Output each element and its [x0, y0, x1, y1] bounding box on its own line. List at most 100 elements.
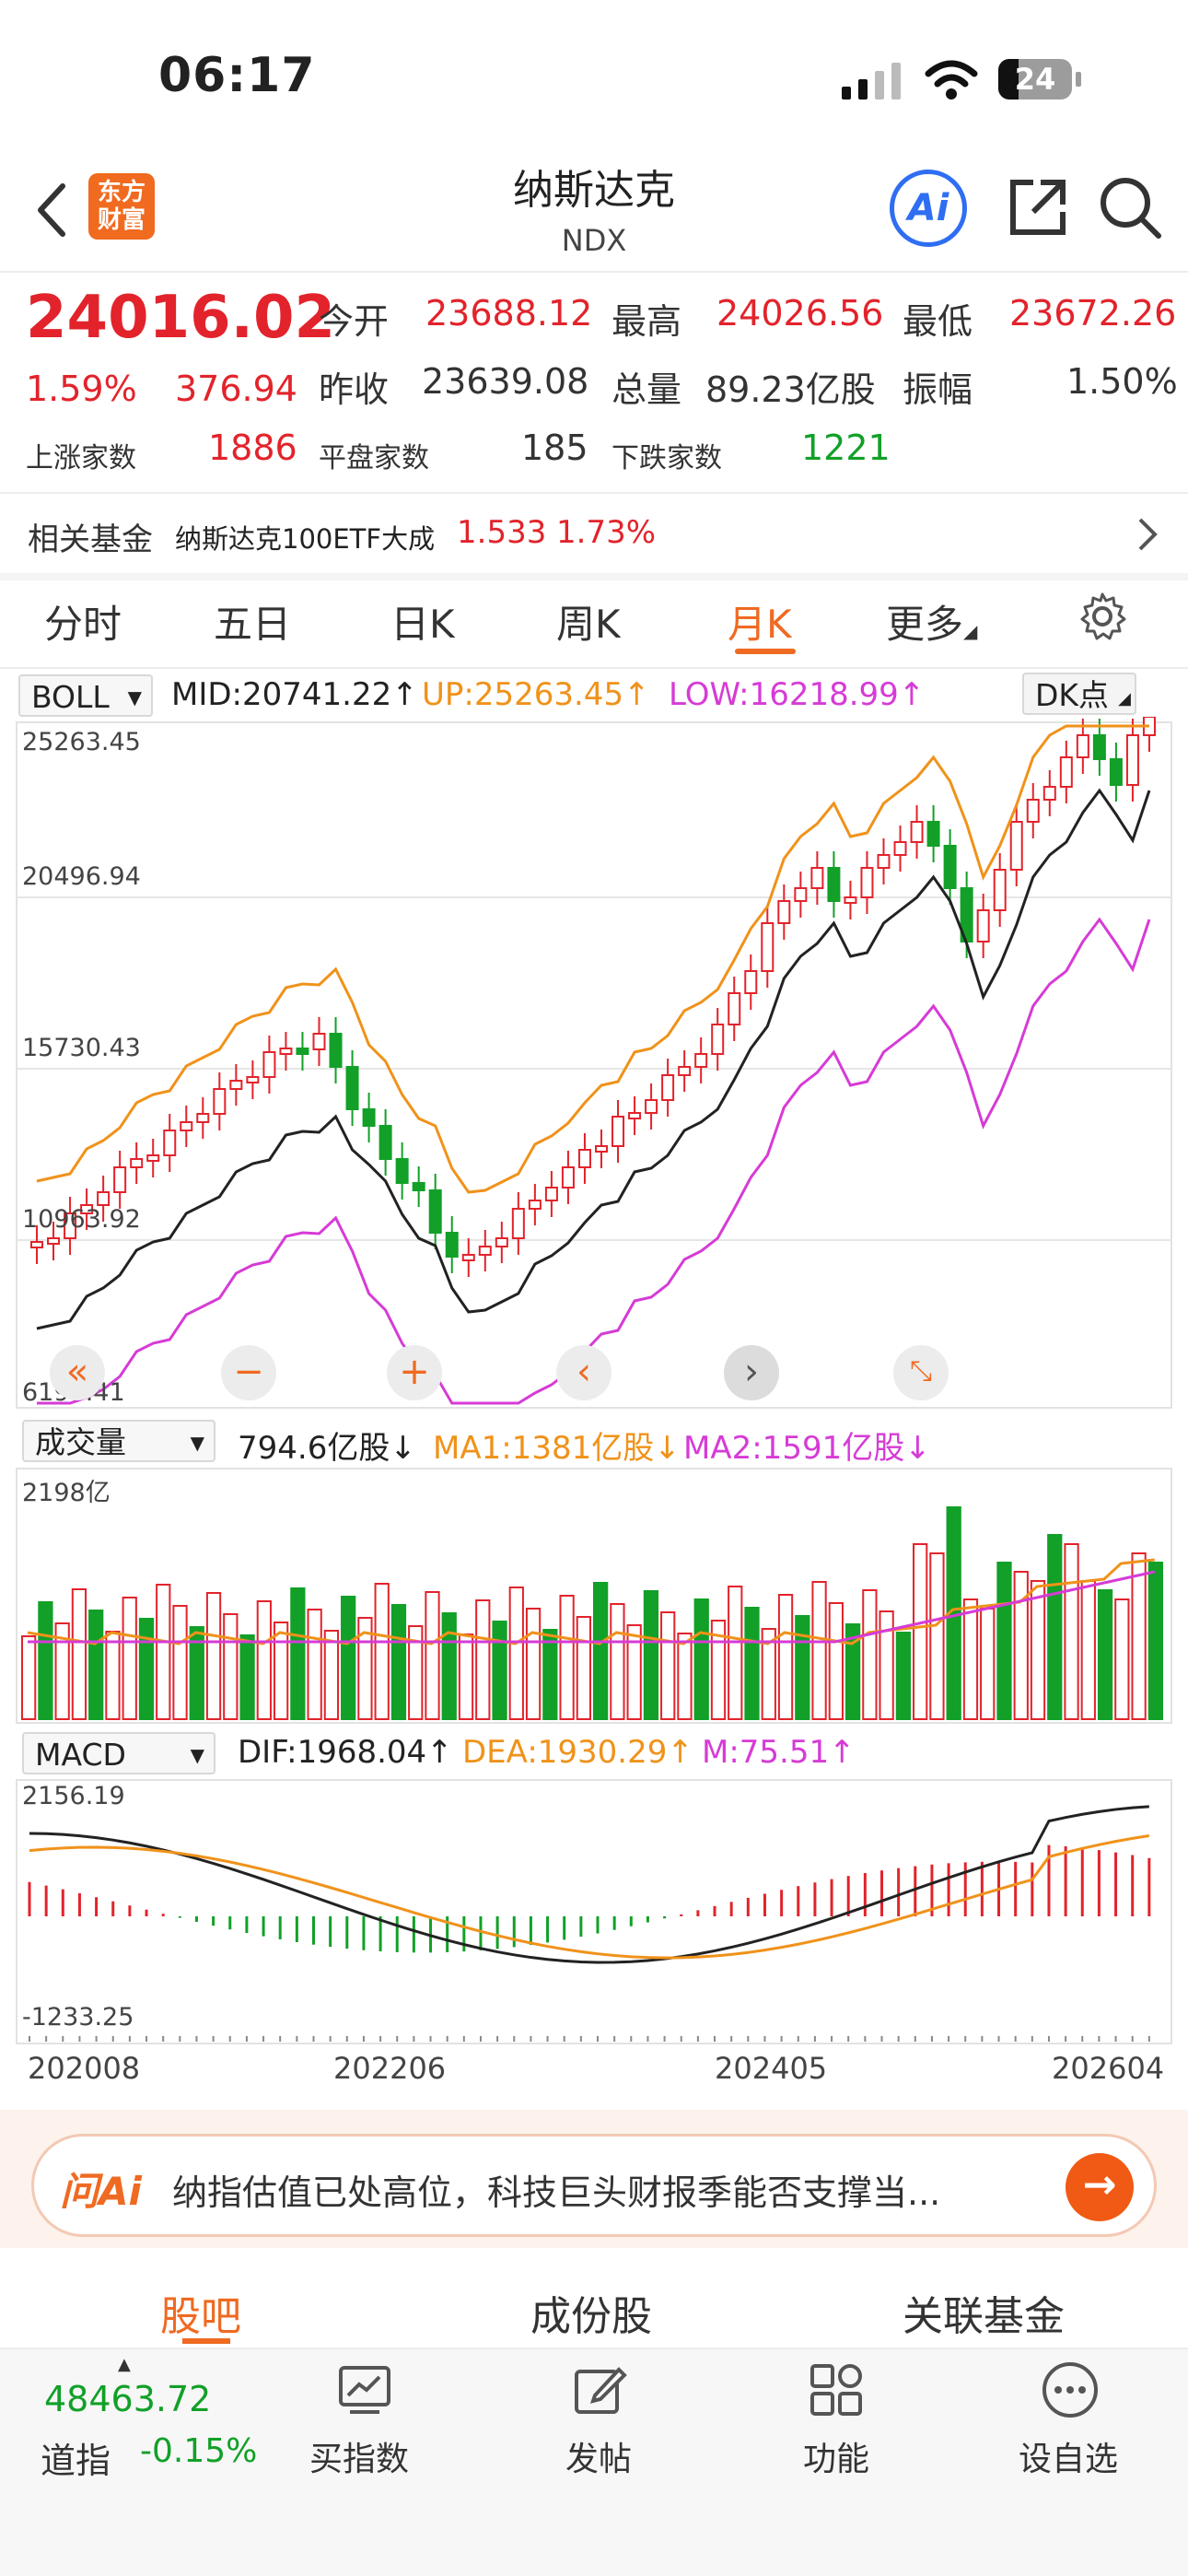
candle-body — [1059, 756, 1073, 788]
volume-bar — [492, 1621, 507, 1720]
volume-bar — [290, 1587, 306, 1720]
nav-add-watchlist[interactable]: 设自选 — [1019, 2432, 1118, 2480]
macd-chart[interactable] — [0, 1778, 1188, 2045]
volume-bar — [828, 1602, 844, 1720]
volume-bar — [1097, 1589, 1113, 1720]
share-icon[interactable] — [1006, 175, 1070, 240]
candle-body — [163, 1130, 177, 1156]
candle-body — [1092, 734, 1106, 760]
candle-body — [1125, 734, 1139, 786]
tab-constituents[interactable]: 成份股 — [530, 2283, 652, 2342]
volume-bar — [1030, 1580, 1046, 1720]
arrow-right-icon[interactable]: → — [1066, 2153, 1134, 2221]
candle-body — [196, 1113, 210, 1123]
ai-assistant-button[interactable]: Ai — [890, 170, 967, 247]
candlestick-chart[interactable] — [0, 717, 1188, 1417]
volume-bar — [777, 1594, 794, 1720]
wifi-icon — [925, 60, 978, 100]
scroll-right-button[interactable]: › — [724, 1345, 779, 1400]
candle-body — [694, 1053, 708, 1068]
nav-post[interactable]: 发帖 — [565, 2432, 632, 2480]
battery-tip — [1076, 72, 1081, 87]
scroll-far-left-button[interactable]: « — [50, 1345, 105, 1400]
scroll-left-button[interactable]: ‹ — [556, 1345, 611, 1400]
candle-body — [1042, 786, 1056, 801]
volume-bar — [728, 1586, 743, 1720]
volume-bar — [105, 1631, 121, 1720]
nav-functions[interactable]: 功能 — [803, 2432, 869, 2480]
forum-tab-indicator — [182, 2338, 230, 2344]
volume-bar — [390, 1604, 407, 1720]
volume-bar — [374, 1583, 390, 1720]
candle-body — [561, 1166, 575, 1188]
tab-five-day[interactable]: 五日 — [214, 593, 291, 650]
candle-body — [761, 922, 775, 972]
related-fund-row[interactable]: 相关基金 纳斯达克100ETF大成 1.533 1.73% — [0, 499, 1188, 573]
functions-icon[interactable] — [809, 2362, 864, 2418]
settings-gear-icon[interactable] — [1077, 591, 1127, 641]
boll-select-label: BOLL — [31, 679, 110, 715]
tab-more-caret-icon: ◢ — [963, 620, 978, 642]
volume-bar — [441, 1612, 457, 1720]
volume-bar — [559, 1595, 575, 1720]
tab-intraday[interactable]: 分时 — [44, 593, 122, 650]
candle-body — [628, 1112, 642, 1119]
change-percent: 1.59% — [26, 369, 137, 409]
dow-index-label[interactable]: 道指 — [41, 2432, 111, 2483]
zoom-out-button[interactable]: − — [221, 1345, 276, 1400]
ai-prompt-bar[interactable]: 问Ai 纳指估值已处高位，科技巨头财报季能否支撑当... → — [31, 2134, 1157, 2237]
candle-body — [478, 1246, 492, 1256]
price-axis-label-3: 10963.92 — [22, 1205, 141, 1234]
decliners-label: 下跌家数 — [611, 442, 722, 474]
candle-body — [794, 887, 808, 902]
volume-bar — [693, 1598, 709, 1720]
volume-bar — [38, 1601, 53, 1720]
volume-bar — [1013, 1571, 1029, 1720]
indicator-select-volume[interactable]: 成交量 ▼ — [22, 1420, 215, 1462]
volume-bar — [929, 1552, 945, 1720]
candle-body — [877, 854, 891, 869]
more-dots-icon[interactable] — [1041, 2360, 1100, 2419]
volume-bar — [1131, 1552, 1147, 1720]
candle-body — [445, 1232, 459, 1258]
candle-body — [678, 1066, 692, 1076]
nav-buy-index[interactable]: 买指数 — [309, 2432, 409, 2480]
decliners-value: 1221 — [801, 427, 891, 468]
boll-low: LOW:16218.99↑ — [669, 676, 926, 713]
volume-bar — [996, 1562, 1012, 1720]
tab-forum[interactable]: 股吧 — [160, 2283, 241, 2342]
volume-bar — [172, 1605, 188, 1720]
low-value: 23672.26 — [1009, 293, 1177, 334]
tab-related-funds[interactable]: 关联基金 — [903, 2283, 1065, 2342]
volume-bar — [425, 1591, 440, 1720]
volume-chart[interactable] — [0, 1467, 1188, 1727]
candle-body — [329, 1033, 343, 1068]
buy-index-icon[interactable] — [337, 2364, 392, 2416]
tab-more[interactable]: 更多◢ — [886, 593, 977, 650]
candle-body — [661, 1074, 675, 1101]
zoom-in-button[interactable]: + — [387, 1345, 442, 1400]
dow-index-percent[interactable]: -0.15% — [140, 2432, 257, 2470]
volume-bar — [138, 1618, 155, 1720]
candle-body — [728, 992, 741, 1025]
candle-body — [744, 970, 758, 994]
candle-body — [528, 1200, 542, 1210]
ai-prompt-logo: 问Ai — [60, 2169, 142, 2214]
candle-body — [1009, 821, 1023, 871]
dow-index-value[interactable]: 48463.72 — [44, 2379, 211, 2419]
candle-body — [993, 869, 1007, 911]
volume-bar — [1147, 1562, 1164, 1720]
indicator-select-boll[interactable]: BOLL ▼ — [18, 674, 153, 717]
dk-point-button[interactable]: DK点 ◢ — [1022, 673, 1136, 715]
search-icon[interactable] — [1098, 175, 1164, 241]
tab-weekly-k[interactable]: 周K — [556, 593, 621, 650]
tab-daily-k[interactable]: 日K — [390, 593, 455, 650]
volume-ma1: MA1:1381亿股↓ — [433, 1430, 681, 1467]
tab-monthly-k[interactable]: 月K — [728, 593, 792, 650]
candle-body — [213, 1088, 227, 1115]
candle-body — [893, 841, 907, 856]
volume-axis-top: 2198亿 — [22, 1479, 111, 1507]
fullscreen-button[interactable]: ⤡ — [893, 1345, 949, 1400]
indicator-select-macd[interactable]: MACD ▼ — [22, 1732, 215, 1774]
post-icon[interactable] — [573, 2362, 628, 2418]
